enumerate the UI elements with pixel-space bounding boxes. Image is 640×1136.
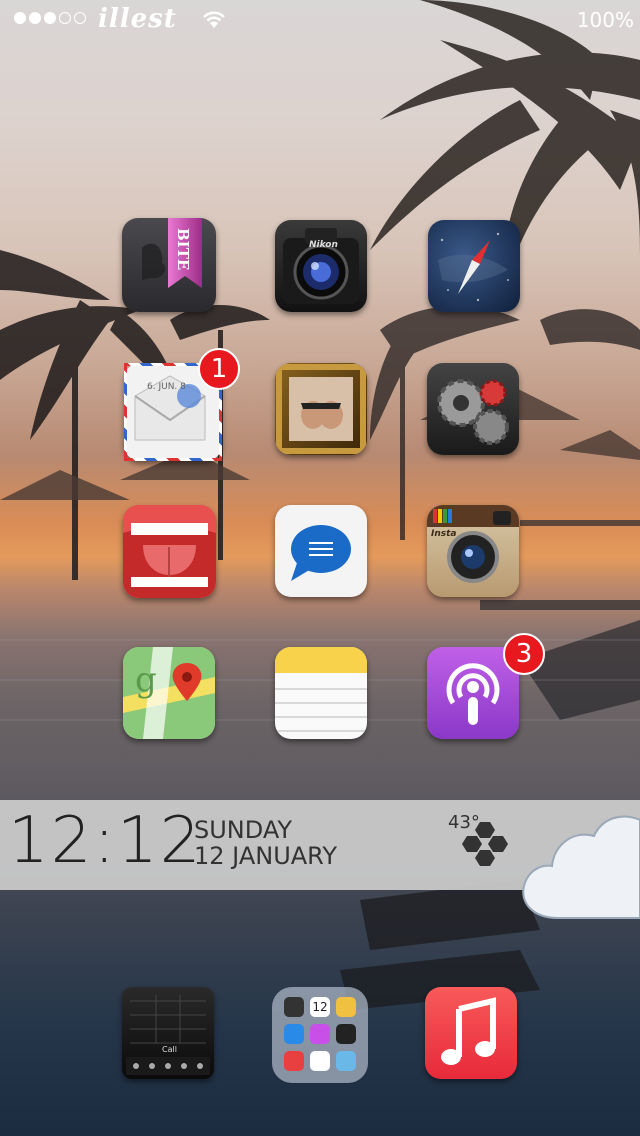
- music-note-icon: [441, 997, 496, 1065]
- camera-brand-label: Nikon: [309, 240, 338, 250]
- app-camera[interactable]: Nikon: [275, 220, 367, 312]
- app-maps[interactable]: g: [123, 647, 215, 739]
- cloud-icon: [522, 815, 640, 919]
- widget-day: SUNDAY: [194, 816, 293, 844]
- dslr-camera-icon: [283, 228, 359, 304]
- folder-reminders-icon: [310, 1051, 330, 1071]
- widget-time: 12:12: [8, 804, 203, 878]
- speech-bubble-icon: [291, 525, 351, 581]
- folder-calendar-icon: 12: [310, 997, 330, 1017]
- instagram-label: Insta: [431, 529, 457, 539]
- battery-percentage: 100%: [576, 8, 634, 32]
- picture-frame-icon: [276, 364, 366, 454]
- mail-postmark: 6. JUN. 8: [147, 382, 186, 392]
- mail-badge: 1: [198, 348, 240, 390]
- dock-folder[interactable]: 12: [272, 987, 368, 1083]
- widget-date: 12 JANUARY: [194, 842, 337, 870]
- phone-call-label: Call: [162, 1045, 177, 1054]
- folder-files-icon: [336, 1051, 356, 1071]
- wifi-icon: [203, 11, 225, 28]
- podcasts-badge: 3: [503, 633, 545, 675]
- app-safari[interactable]: [428, 220, 520, 312]
- folder-camera-icon: [284, 997, 304, 1017]
- app-notes[interactable]: [275, 647, 367, 739]
- app-settings[interactable]: [427, 363, 519, 455]
- folder-gamecenter-icon: [284, 1051, 304, 1071]
- compass-icon: [438, 232, 509, 302]
- app-instagram[interactable]: Insta: [427, 505, 519, 597]
- dock-phone[interactable]: Call: [122, 987, 214, 1079]
- carrier-name: illest: [98, 4, 177, 34]
- app-messages[interactable]: [275, 505, 367, 597]
- folder-appstore-icon: [284, 1024, 304, 1044]
- notepad-icon: [275, 647, 367, 732]
- signal-strength-icon: [14, 12, 86, 24]
- folder-video-icon: [336, 1024, 356, 1044]
- hexagon-weather-icon: [462, 822, 508, 866]
- app-mouth[interactable]: [123, 505, 216, 598]
- status-bar: illest 100%: [0, 0, 640, 40]
- instagram-camera-icon: [427, 505, 519, 583]
- gears-icon: [437, 379, 509, 445]
- bite-label: BITE: [174, 228, 192, 271]
- mouth-icon: [123, 505, 216, 598]
- map-pin-icon: g: [123, 647, 215, 739]
- dock-music[interactable]: [425, 987, 517, 1079]
- app-photos[interactable]: [275, 363, 367, 455]
- svg-text:g: g: [135, 660, 157, 700]
- bookmark-ribbon-icon: [142, 218, 202, 288]
- app-bite[interactable]: BITE: [122, 218, 216, 312]
- folder-passbook-icon: [336, 997, 356, 1017]
- keypad-phone-icon: [126, 995, 210, 1075]
- folder-itunes-icon: [310, 1024, 330, 1044]
